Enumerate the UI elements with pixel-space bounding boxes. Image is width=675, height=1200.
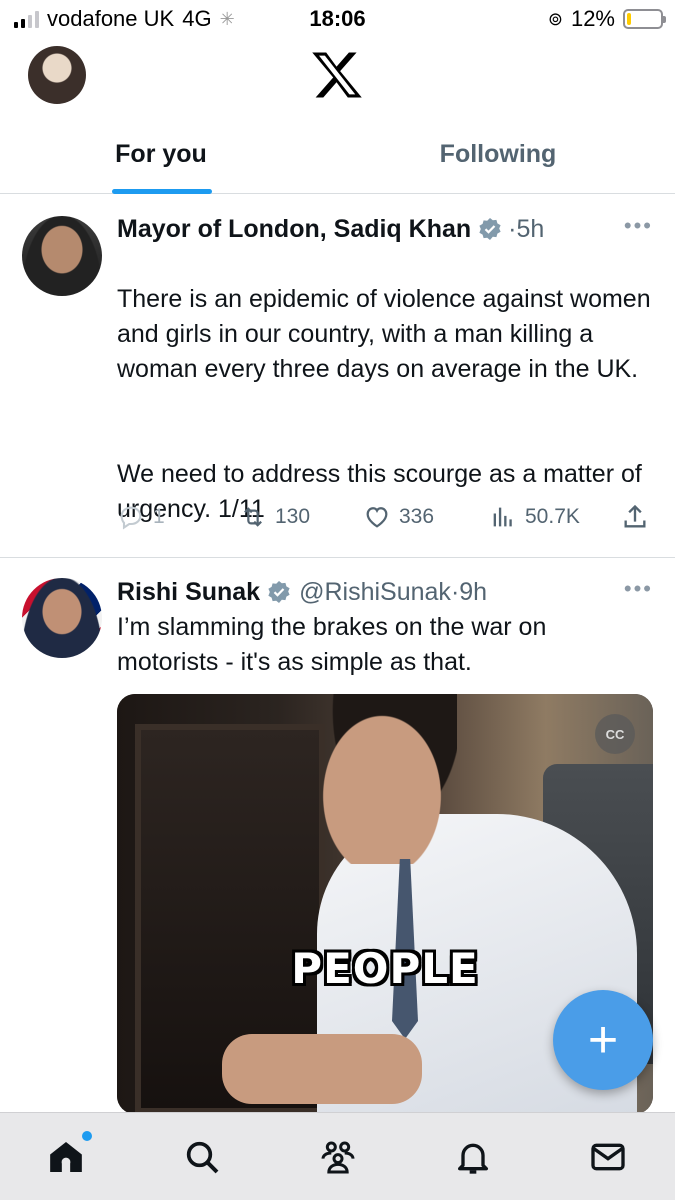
tweet-time: ·5h [508,214,545,243]
reply-button[interactable]: 1 [117,503,165,531]
tab-following[interactable]: Following [337,114,659,194]
battery-icon [623,9,666,29]
messages-icon [591,1143,625,1171]
like-button[interactable]: 336 [363,503,434,531]
tab-for-you[interactable]: For you [0,114,322,194]
author-avatar[interactable] [22,578,102,658]
view-count: 50.7K [525,505,580,528]
retweet-count: 130 [275,505,311,528]
tweet-header: Mayor of London, Sadiq Khan ·5h [117,213,653,245]
author-name[interactable]: Rishi Sunak [117,578,260,607]
views-icon [493,507,512,527]
author-name[interactable]: Mayor of London, Sadiq Khan [117,215,471,244]
orientation-lock-icon: ⊚ [547,8,563,29]
more-options-icon[interactable]: ••• [624,213,653,239]
nav-notifications[interactable] [453,1137,493,1177]
heart-icon [366,507,388,528]
status-bar: vodafone UK 4G ✳ 18:06 ⊚ 12% [0,0,675,38]
tweet[interactable]: Mayor of London, Sadiq Khan ·5h ••• Ther… [0,195,675,557]
share-button[interactable] [621,503,649,531]
timeline-tabs: For you Following [0,114,675,194]
views-button[interactable]: 50.7K [489,503,580,531]
home-icon [50,1142,82,1172]
tweet-text: I’m slamming the brakes on the war on mo… [117,613,547,676]
closed-captions-button[interactable]: CC [595,714,635,754]
plus-icon: + [587,1011,619,1069]
tweet-actions: 1 130 336 50.7K [117,501,653,535]
notification-dot [82,1131,92,1141]
tweet-time: ·9h [450,577,488,606]
nav-communities[interactable] [318,1137,358,1177]
tab-following-label: Following [439,139,557,168]
like-count: 336 [399,505,435,528]
cc-icon: CC [605,726,625,742]
battery-percent: 12% [570,6,615,31]
tab-for-you-label: For you [115,139,207,168]
app-header [0,38,675,114]
nav-messages[interactable] [588,1137,628,1177]
author-avatar[interactable] [22,216,102,296]
nav-home[interactable] [46,1131,92,1177]
video-caption: PEOPLE [291,944,479,993]
tweet-header: Rishi Sunak @RishiSunak ·9h [117,576,653,608]
nav-search[interactable] [182,1137,222,1177]
person-hands [222,1034,422,1104]
retweet-icon [244,507,262,527]
person-head [307,694,457,864]
search-icon [186,1141,219,1174]
status-right: ⊚ 12% [547,6,666,32]
tweet-text-paragraph: There is an epidemic of violence against… [117,285,651,383]
verified-badge-icon [268,581,290,603]
share-icon [624,504,646,528]
active-tab-indicator [112,189,212,194]
author-handle[interactable]: @RishiSunak [299,578,451,607]
notifications-icon [458,1143,488,1174]
reply-icon [120,506,142,530]
reply-count: 1 [153,505,165,528]
verified-badge-icon [479,218,501,240]
tweet-body: Rishi Sunak @RishiSunak ·9h ••• I’m slam… [117,576,653,680]
communities-icon [321,1141,355,1174]
battery-level [627,13,631,25]
x-logo-icon[interactable] [310,50,364,100]
compose-tweet-button[interactable]: + [553,990,653,1090]
more-options-icon[interactable]: ••• [624,576,653,602]
profile-avatar[interactable] [28,46,86,104]
retweet-button[interactable]: 130 [239,503,310,531]
bottom-nav [0,1112,675,1200]
